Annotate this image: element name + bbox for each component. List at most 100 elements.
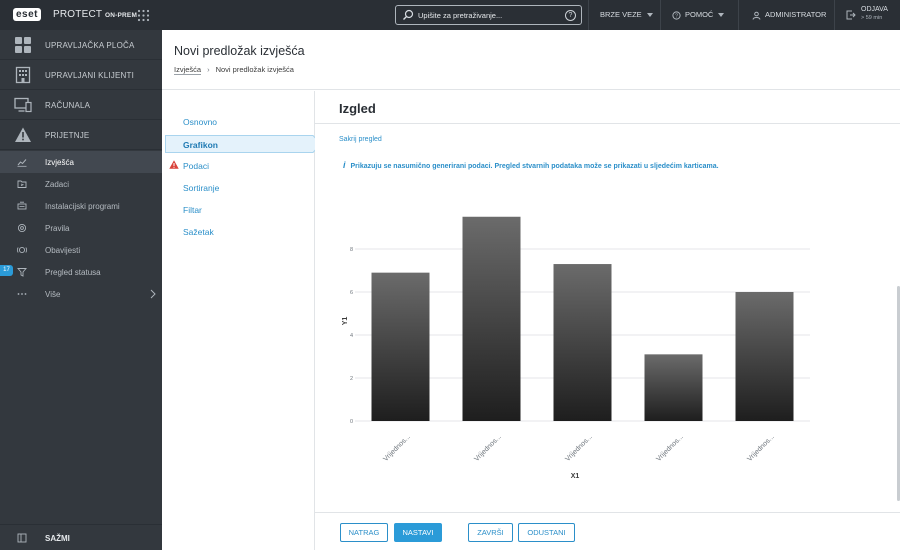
sidebar-item-more[interactable]: Više [0,283,162,305]
sidebar-item-tasks[interactable]: Zadaci [0,173,162,195]
y-axis-label: Y1 [342,317,349,326]
sidebar: UPRAVLJAČKA PLOČA UPRAVLJANI KLIJENTI RA… [0,30,162,550]
wizard-step-filter[interactable]: Filtar [183,205,202,215]
x-tick-label: Vrijednos... [473,433,503,463]
sidebar-item-label: Pravila [45,224,70,233]
x-tick-label: Vrijednos... [655,433,685,463]
sidebar-item-label: Više [45,290,61,299]
notification-icon [17,246,27,254]
chevron-right-icon [150,289,156,299]
sidebar-item-policies[interactable]: Pravila [0,217,162,239]
help-circle-icon: ? [672,10,681,19]
bar-chart: 0 2 4 6 8 Vrijednos... Vrijednos... Vrijednos..… [342,216,810,480]
user-name: ADMINISTRATOR [765,10,827,19]
wizard-step-summary[interactable]: Sažetak [183,227,214,237]
status-icon [17,268,27,277]
page-title: Novi predložak izvješća [174,44,305,58]
chart-bar[interactable] [735,292,794,421]
sidebar-item-label: Zadaci [45,180,70,189]
more-icon [17,293,27,295]
sidebar-item-label: Izvješća [45,158,74,167]
product-title: PROTECT [53,9,102,20]
help-label: POMOĆ [685,10,714,19]
chevron-down-icon [718,13,725,18]
sidebar-item-status-overview[interactable]: 17 Pregled statusa [0,261,162,283]
logout-icon[interactable] [846,10,856,20]
divider [660,0,661,30]
quick-links-label: BRZE VEZE [600,10,642,19]
reports-icon [17,159,27,167]
hide-preview-link[interactable]: Sakrij pregled [339,136,382,143]
chart-bars [371,216,794,421]
user-icon [752,11,761,20]
back-button[interactable]: NATRAG [340,523,388,542]
divider [834,0,835,30]
policy-icon [17,223,27,233]
chevron-down-icon [646,13,653,18]
divider [315,123,900,124]
chart-bar[interactable] [553,264,612,421]
installer-icon [17,201,27,210]
section-title: Izgled [339,101,376,116]
x-tick-label: Vrijednos... [746,433,776,463]
y-tick-label: 2 [350,376,353,382]
status-badge: 17 [0,265,13,276]
wizard-step-sorting[interactable]: Sortiranje [183,183,219,193]
wizard-step-data[interactable]: Podaci [183,161,209,171]
search-icon [403,9,414,20]
sidebar-item-label: UPRAVLJAČKA PLOČA [45,41,135,50]
user-menu[interactable]: ADMINISTRATOR [752,0,826,30]
sidebar-item-threats[interactable]: PRIJETNJE [0,120,162,150]
help-menu[interactable]: ? POMOĆ [672,0,725,30]
sidebar-item-label: RAČUNALA [45,101,91,110]
chart-bar[interactable] [462,216,521,421]
breadcrumb: Izvješća › Novi predložak izvješća [174,65,294,75]
x-tick-label: Vrijednos... [564,433,594,463]
sidebar-item-label: Pregled statusa [45,268,101,277]
breadcrumb-current: Novi predložak izvješća [215,65,294,74]
chart-bar[interactable] [644,354,703,421]
logout-label: ODJAVA [861,6,888,13]
quick-links-menu[interactable]: BRZE VEZE [600,0,653,30]
sidebar-item-managed-clients[interactable]: UPRAVLJANI KLIJENTI [0,60,162,90]
next-button[interactable]: NASTAVI [394,523,442,542]
tasks-icon [17,180,27,188]
session-timer: > 59 min [861,15,883,21]
info-text: Prikazuju se nasumično generirani podaci… [350,163,719,170]
main-content: Izgled Sakrij pregled i Prikazuju se nasu… [315,91,900,512]
sidebar-item-label: PRIJETNJE [45,131,90,140]
wizard-step-chart[interactable]: Grafikon [165,135,322,153]
logout-button[interactable]: ODJAVA > 59 min [861,6,888,22]
finish-button[interactable]: ZAVRŠI [468,523,513,542]
collapse-button[interactable]: SAŽMI [0,524,162,550]
cancel-button[interactable]: ODUSTANI [518,523,575,542]
apps-grid-icon[interactable] [137,9,150,22]
sidebar-item-notifications[interactable]: Obavijesti [0,239,162,261]
y-tick-label: 4 [350,333,353,339]
product-subtitle: ON-PREM [104,12,138,19]
divider [588,0,589,30]
sidebar-item-installers[interactable]: Instalacijski programi [0,195,162,217]
computer-icon [14,97,32,113]
y-tick-label: 6 [350,290,353,296]
y-tick-label: 0 [350,419,353,425]
chart-bar[interactable] [371,272,430,421]
search-box[interactable]: Upišite za pretraživanje... ? [395,5,582,25]
top-bar: eset PROTECT ON-PREM Upišite za pretraži… [0,0,900,30]
wizard-footer: NATRAG NASTAVI ZAVRŠI ODUSTANI [315,512,900,550]
sidebar-item-reports[interactable]: Izvješća [0,151,162,173]
sidebar-item-label: UPRAVLJANI KLIJENTI [45,71,135,80]
wizard-step-label: Grafikon [183,140,218,150]
search-input[interactable]: Upišite za pretraživanje... [418,11,502,20]
page-header: Novi predložak izvješća Izvješća › Novi pr… [162,30,900,90]
info-message: i Prikazuju se nasumično generirani podac… [343,160,719,170]
breadcrumb-link-reports[interactable]: Izvješća [174,65,202,75]
search-help-icon[interactable]: ? [565,10,576,21]
divider [738,0,739,30]
building-icon [15,66,31,84]
product-name: PROTECT ON-PREM [53,9,137,20]
sidebar-item-label: Obavijesti [45,246,81,255]
wizard-step-basic[interactable]: Osnovno [183,117,217,127]
sidebar-item-dashboard[interactable]: UPRAVLJAČKA PLOČA [0,30,162,60]
sidebar-item-computers[interactable]: RAČUNALA [0,90,162,120]
